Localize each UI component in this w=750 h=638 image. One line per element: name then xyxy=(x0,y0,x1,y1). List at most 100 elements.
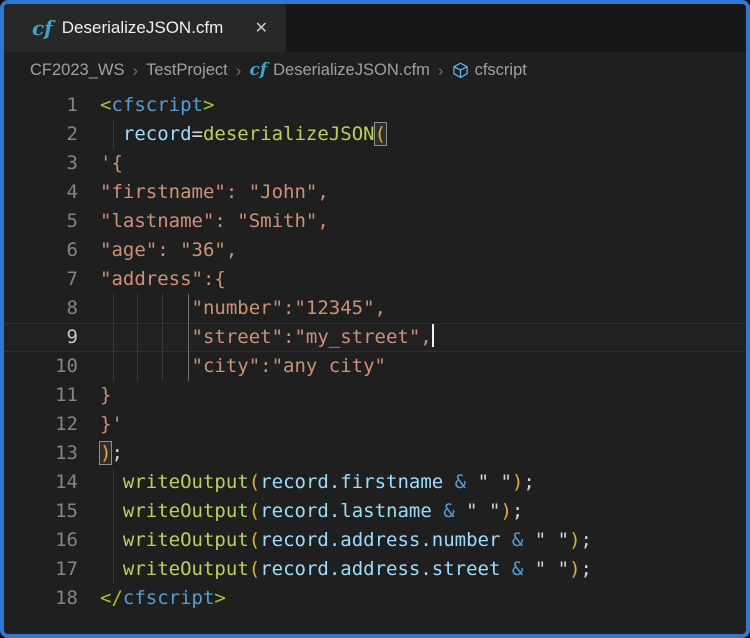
code-token: = xyxy=(192,123,203,145)
breadcrumb-item-file[interactable]: cf DeserializeJSON.cfm xyxy=(249,61,429,80)
breadcrumb-label: CF2023_WS xyxy=(30,61,124,80)
code-token: ) xyxy=(569,558,580,580)
code-token xyxy=(100,471,123,493)
code-token: "street":"my_street", xyxy=(192,326,432,348)
coldfusion-icon: cf xyxy=(32,18,53,38)
code-line[interactable]: 1 <cfscript> xyxy=(4,91,746,120)
indent-guide xyxy=(162,352,163,381)
code-line-content: writeOutput(record.address.number & " ")… xyxy=(100,526,592,555)
indent-guide xyxy=(137,352,138,381)
tab-deserializejson-cfm[interactable]: cf DeserializeJSON.cfm ✕ xyxy=(4,4,286,52)
code-token: record.address.number xyxy=(260,529,500,551)
code-line[interactable]: 12 }' xyxy=(4,410,746,439)
code-line-content: "age": "36", xyxy=(100,236,237,265)
code-token xyxy=(100,558,123,580)
indent-guide xyxy=(113,120,114,149)
code-token: ; xyxy=(111,442,122,464)
line-number[interactable]: 18 xyxy=(4,584,78,613)
code-line[interactable]: 3 '{ xyxy=(4,149,746,178)
code-line-content: }' xyxy=(100,410,123,439)
code-token: "address":{ xyxy=(100,268,226,290)
code-line[interactable]: 10 "city":"any city" xyxy=(4,352,746,381)
code-line-content: <cfscript> xyxy=(100,91,214,120)
code-line[interactable]: 5"lastname": "Smith", xyxy=(4,207,746,236)
indent-guide xyxy=(113,468,114,497)
line-number[interactable]: 6 xyxy=(4,236,78,265)
line-number[interactable]: 4 xyxy=(4,178,78,207)
code-editor[interactable]: 1<cfscript>2 record=deserializeJSON(3'{4… xyxy=(4,89,746,634)
line-number[interactable]: 15 xyxy=(4,497,78,526)
code-line-content: "street":"my_street", xyxy=(100,323,434,352)
indent-guide xyxy=(113,555,114,584)
code-token: ( xyxy=(249,558,260,580)
code-token: & xyxy=(455,471,466,493)
coldfusion-icon: cf xyxy=(249,62,267,79)
code-token xyxy=(100,500,123,522)
code-line[interactable]: 17 writeOutput(record.address.street & "… xyxy=(4,555,746,584)
line-number[interactable]: 11 xyxy=(4,381,78,410)
code-line[interactable]: 18</cfscript> xyxy=(4,584,746,613)
code-token: deserializeJSON xyxy=(203,123,375,145)
line-number[interactable]: 9 xyxy=(4,323,78,352)
line-number[interactable]: 16 xyxy=(4,526,78,555)
code-line[interactable]: 8 "number":"12345", xyxy=(4,294,746,323)
indent-guide xyxy=(113,294,114,323)
code-token xyxy=(100,123,123,145)
breadcrumb-item-symbol-cfscript[interactable]: cfscript xyxy=(452,61,527,80)
code-token: & xyxy=(512,558,523,580)
line-number[interactable]: 2 xyxy=(4,120,78,149)
line-number[interactable]: 17 xyxy=(4,555,78,584)
code-line[interactable]: 6 "age": "36", xyxy=(4,236,746,265)
code-line[interactable]: 14 writeOutput(record.firstname & " "); xyxy=(4,468,746,497)
code-token: ) xyxy=(512,471,523,493)
indent-guide xyxy=(113,323,114,352)
line-number[interactable]: 10 xyxy=(4,352,78,381)
line-number[interactable]: 12 xyxy=(4,410,78,439)
code-token: " " xyxy=(478,471,512,493)
line-number[interactable]: 7 xyxy=(4,265,78,294)
code-token xyxy=(443,471,454,493)
code-line-content: "firstname": "John", xyxy=(100,178,329,207)
line-number[interactable]: 14 xyxy=(4,468,78,497)
code-token: "age": "36", xyxy=(100,239,237,261)
code-token xyxy=(432,500,443,522)
code-token: record xyxy=(123,123,192,145)
line-number[interactable]: 1 xyxy=(4,91,78,120)
code-token: }' xyxy=(100,413,123,435)
code-token: writeOutput xyxy=(123,471,249,493)
code-token: " " xyxy=(466,500,500,522)
close-tab-icon[interactable]: ✕ xyxy=(251,16,272,40)
code-line[interactable]: 11} xyxy=(4,381,746,410)
code-line[interactable]: 13); xyxy=(4,439,746,468)
breadcrumb-label: TestProject xyxy=(146,61,228,80)
code-line-content: writeOutput(record.address.street & " ")… xyxy=(100,555,592,584)
indent-guide xyxy=(162,294,163,323)
code-token: "number":"12345", xyxy=(192,297,386,319)
breadcrumb-item-project[interactable]: TestProject xyxy=(146,61,228,80)
line-number[interactable]: 3 xyxy=(4,149,78,178)
line-number[interactable]: 13 xyxy=(4,439,78,468)
line-number[interactable]: 5 xyxy=(4,207,78,236)
code-token: > xyxy=(203,94,214,116)
code-line-content: writeOutput(record.firstname & " "); xyxy=(100,468,535,497)
code-token: ( xyxy=(249,529,260,551)
breadcrumb-item-workspace[interactable]: CF2023_WS xyxy=(30,61,124,80)
code-token: writeOutput xyxy=(123,500,249,522)
code-token: & xyxy=(512,529,523,551)
code-token: record.lastname xyxy=(260,500,432,522)
code-token: } xyxy=(100,384,111,406)
code-token xyxy=(523,529,534,551)
code-line[interactable]: 15 writeOutput(record.lastname & " "); xyxy=(4,497,746,526)
line-number[interactable]: 8 xyxy=(4,294,78,323)
code-token: writeOutput xyxy=(123,529,249,551)
code-line[interactable]: 4 "firstname": "John", xyxy=(4,178,746,207)
code-line[interactable]: 9 "street":"my_street", xyxy=(4,323,746,352)
tab-title: DeserializeJSON.cfm xyxy=(62,18,242,38)
code-token: ; xyxy=(523,471,534,493)
code-line[interactable]: 16 writeOutput(record.address.number & "… xyxy=(4,526,746,555)
code-line[interactable]: 2 record=deserializeJSON( xyxy=(4,120,746,149)
code-line-content: '{ xyxy=(100,149,123,178)
breadcrumb-label: cfscript xyxy=(475,61,527,80)
code-token: > xyxy=(214,587,225,609)
code-line[interactable]: 7 "address":{ xyxy=(4,265,746,294)
